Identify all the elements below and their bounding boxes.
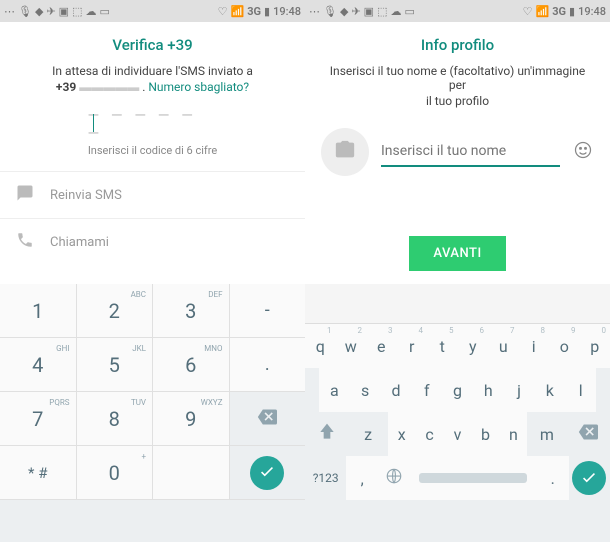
key-9[interactable]: 9WXYZ [153, 392, 230, 446]
numeric-keypad: 1 2ABC 3DEF - 4GHI 5JKL 6MNO . 7PQRS 8TU… [0, 284, 305, 542]
key-language[interactable] [378, 456, 410, 500]
sms-icon [16, 184, 34, 206]
shift-icon [317, 422, 337, 446]
key-e[interactable]: 3e [366, 324, 397, 368]
phone-icon [16, 231, 34, 253]
key-space[interactable] [410, 456, 537, 500]
key-dash[interactable]: - [230, 284, 306, 338]
key-c[interactable]: c [416, 412, 444, 456]
key-backspace-q[interactable] [566, 412, 610, 456]
key-s[interactable]: s [350, 368, 381, 412]
key-v[interactable]: v [444, 412, 472, 456]
verify-title: Verifica +39 [0, 22, 305, 64]
key-z[interactable]: z [349, 412, 388, 456]
profile-sub2: il tuo profilo [305, 94, 610, 108]
key-7[interactable]: 7PQRS [0, 392, 77, 446]
emoji-icon [573, 140, 593, 164]
key-blank [153, 446, 230, 500]
suggestion-bar[interactable] [305, 284, 610, 324]
key-comma[interactable]: , [346, 456, 378, 500]
phone-line: +39 ▬▬▬▬▬ . Numero sbagliato? [0, 80, 305, 94]
avatar-picker[interactable] [321, 128, 369, 176]
key-u[interactable]: 7u [488, 324, 519, 368]
key-j[interactable]: j [504, 368, 535, 412]
key-3[interactable]: 3DEF [153, 284, 230, 338]
key-x[interactable]: x [388, 412, 416, 456]
status-bar-left: ⋯🎙◆✈▣⬚☁▭ ♡📶3G▮19:48 [0, 0, 305, 22]
key-starhash[interactable]: * # [0, 446, 77, 500]
profile-sub1: Inserisci il tuo nome e (facoltativo) un… [305, 64, 610, 92]
globe-icon [385, 467, 403, 489]
key-0[interactable]: 0+ [77, 446, 154, 500]
check-icon [580, 468, 598, 489]
key-t[interactable]: 5t [427, 324, 458, 368]
key-g[interactable]: g [442, 368, 473, 412]
key-k[interactable]: k [534, 368, 565, 412]
key-m[interactable]: m [527, 412, 566, 456]
key-1[interactable]: 1 [0, 284, 77, 338]
key-b[interactable]: b [472, 412, 500, 456]
resend-sms-row[interactable]: Reinvia SMS [0, 171, 305, 218]
key-p[interactable]: 0p [580, 324, 610, 368]
backspace-icon [254, 407, 280, 431]
key-period[interactable]: . [537, 456, 569, 500]
key-backspace[interactable] [230, 392, 306, 446]
wrong-number-link[interactable]: Numero sbagliato? [148, 80, 249, 94]
waiting-text: In attesa di individuare l'SMS inviato a [0, 64, 305, 78]
key-shift[interactable] [305, 412, 349, 456]
qwerty-keyboard: 1q2w3e4r5t6y7u8i9o0p asdfghjkl zxcvbnm ?… [305, 284, 610, 542]
profile-title: Info profilo [305, 22, 610, 64]
key-8[interactable]: 8TUV [77, 392, 154, 446]
check-icon [258, 462, 276, 484]
name-input[interactable] [381, 137, 560, 167]
key-5[interactable]: 5JKL [77, 338, 154, 392]
key-d[interactable]: d [381, 368, 412, 412]
key-y[interactable]: 6y [458, 324, 489, 368]
key-symbols[interactable]: ?123 [305, 456, 346, 500]
key-2[interactable]: 2ABC [77, 284, 154, 338]
key-n[interactable]: n [499, 412, 527, 456]
key-confirm-left[interactable] [230, 446, 306, 500]
key-r[interactable]: 4r [397, 324, 428, 368]
code-hint: Inserisci il codice di 6 cifre [0, 144, 305, 157]
key-confirm-right[interactable] [569, 456, 610, 500]
code-input[interactable]: — — — — — — [0, 112, 305, 136]
key-h[interactable]: h [473, 368, 504, 412]
key-q[interactable]: 1q [305, 324, 336, 368]
key-dot[interactable]: . [230, 338, 306, 392]
call-me-row[interactable]: Chiamami [0, 218, 305, 265]
backspace-icon [575, 422, 601, 446]
emoji-button[interactable] [572, 141, 594, 163]
key-w[interactable]: 2w [336, 324, 367, 368]
key-l[interactable]: l [565, 368, 596, 412]
key-4[interactable]: 4GHI [0, 338, 77, 392]
next-button[interactable]: AVANTI [409, 236, 505, 271]
key-6[interactable]: 6MNO [153, 338, 230, 392]
key-i[interactable]: 8i [519, 324, 550, 368]
camera-icon [334, 139, 356, 165]
key-f[interactable]: f [411, 368, 442, 412]
key-a[interactable]: a [319, 368, 350, 412]
status-bar-right: ⋯🎙◆✈▣⬚☁▭ ♡📶3G▮19:48 [305, 0, 610, 22]
key-o[interactable]: 9o [549, 324, 580, 368]
